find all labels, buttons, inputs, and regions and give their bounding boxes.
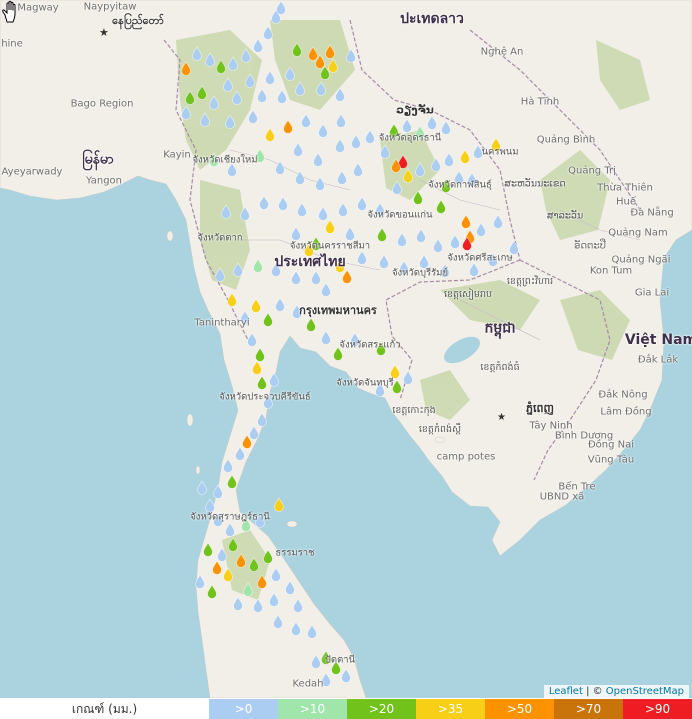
- legend-bin-label: >10: [299, 702, 326, 716]
- map-label: မြန်မာ: [82, 151, 114, 168]
- map-label: ວຽງຈັນ: [396, 103, 434, 117]
- map-label: Đà Nẵng: [630, 207, 674, 219]
- legend-title: เกณฑ์ (มม.): [0, 699, 209, 719]
- map-attribution: Leaflet | © OpenStreetMap: [543, 685, 689, 698]
- map-label: កម្ពុជា: [484, 320, 516, 337]
- map-view[interactable]: ★ ★ Magway Naypyitaw နေပြည်တော် hine Bago Re…: [0, 0, 692, 698]
- map-label: Thừa Thiên: [597, 182, 653, 194]
- map-label: Lâm Đồng: [600, 406, 652, 418]
- map-label: ประเทศไทย: [274, 254, 346, 270]
- map-label: UBND xã: [539, 491, 585, 503]
- map-label: ខេត្តកោះកុង: [392, 405, 436, 416]
- legend-bin-label: >35: [437, 702, 464, 716]
- map-label: Quảng Ngãi: [611, 254, 671, 266]
- legend-bin-label: >50: [506, 702, 533, 716]
- legend-bin-5: >70: [554, 699, 623, 719]
- map-label: จังหวัดกาฬสินธุ์: [428, 179, 492, 191]
- map-label: ສະຫວັນນະເຂດ: [504, 178, 566, 190]
- map-label: กรุงเทพมหานคร: [299, 304, 377, 317]
- svg-text:★: ★: [99, 26, 109, 39]
- map-label: Huế: [615, 196, 637, 208]
- map-label: ສາລະວັນ: [546, 210, 584, 222]
- leaflet-link[interactable]: Leaflet: [549, 686, 583, 697]
- map-label: จังหวัดจันทบุรี: [336, 377, 394, 389]
- map-label: Naypyitaw: [83, 1, 137, 13]
- map-label: Gia Lai: [634, 287, 670, 299]
- map-label: ອັດຕະປື: [573, 240, 607, 252]
- map-label: Quảng Bình: [536, 134, 596, 146]
- legend-bin-0: >0: [209, 699, 278, 719]
- map-label: hine: [1, 38, 23, 50]
- svg-text:★: ★: [497, 412, 506, 423]
- map-label: จังหวัดสระแก้ว: [339, 339, 401, 351]
- map-label: Quảng Nam: [608, 227, 668, 239]
- map-label: จังหวัดตาก: [197, 232, 243, 244]
- map-label: Kon Tum: [589, 265, 633, 277]
- map-label: နေပြည်တော်: [112, 14, 164, 27]
- legend-bin-1: >10: [278, 699, 347, 719]
- map-label: จังหวัดเชียงใหม่: [192, 154, 258, 166]
- map-label: Nghệ An: [480, 46, 524, 58]
- map-label: Bago Region: [70, 98, 134, 110]
- map-label: นครพนม: [481, 146, 519, 158]
- legend-bin-label: >90: [644, 702, 671, 716]
- openstreetmap-link[interactable]: OpenStreetMap: [606, 686, 684, 697]
- map-label: จังหวัดขอนแก่น: [367, 209, 433, 221]
- map-label: Yangon: [85, 175, 123, 187]
- map-label: จังหวัดประจวบคีรีขันธ์: [219, 391, 311, 403]
- map-label: ปัตตานี: [324, 654, 356, 666]
- map-label: Hà Tĩnh: [520, 96, 560, 108]
- map-label: ខេត្តកំពង់ស្ពឺ: [418, 424, 462, 435]
- map-label: ธรรมราช: [275, 547, 315, 559]
- map-label: Tanintharyi: [194, 317, 250, 329]
- map-label: Việt Nam: [624, 332, 692, 348]
- map-label: Đắk Lắk: [637, 354, 679, 366]
- map-label: camp potes: [436, 451, 496, 463]
- map-label: ខេត្តព្រះវិហារ: [506, 276, 554, 287]
- map-label: Quảng Trị: [568, 165, 616, 177]
- legend-bin-label: >0: [234, 702, 253, 716]
- map-label: จังหวัดบุรีรัมย์: [391, 267, 449, 279]
- rainfall-legend: เกณฑ์ (มม.) >0 >10 >20 >35 >50 >70 >90: [0, 699, 692, 719]
- map-label: Ayeyarwady: [1, 166, 63, 178]
- map-label: Vũng Tàu: [587, 454, 635, 466]
- map-label: Kedah: [292, 678, 324, 690]
- map-label: จังหวัดสุราษฎร์ธานี: [190, 511, 270, 523]
- hand-cursor-icon: [2, 0, 16, 23]
- map-label: ខេត្តសៀមរាប: [443, 289, 493, 300]
- legend-bin-3: >35: [416, 699, 485, 719]
- map-label: ភ្នំពេញ: [526, 402, 554, 415]
- legend-bin-label: >70: [575, 702, 602, 716]
- map-label: จังหวัดศรีสะเกษ: [447, 252, 513, 264]
- attribution-separator: | ©: [582, 686, 606, 697]
- map-label: จังหวัดนครราชสีมา: [289, 240, 371, 252]
- map-label: ปะเทดลาว: [400, 11, 464, 27]
- legend-bin-2: >20: [347, 699, 416, 719]
- map-label: Đắk Nông: [598, 389, 648, 401]
- legend-bin-label: >20: [368, 702, 395, 716]
- map-label: Kayin: [163, 149, 191, 161]
- map-label: ខេត្តកំពង់ធំ: [480, 362, 520, 373]
- legend-bin-4: >50: [485, 699, 554, 719]
- map-label: Magway: [17, 2, 59, 14]
- map-label: จังหวัดอุดรธานี: [378, 132, 442, 144]
- map-label: Đồng Nai: [587, 439, 635, 451]
- legend-bin-6: >90: [623, 699, 692, 719]
